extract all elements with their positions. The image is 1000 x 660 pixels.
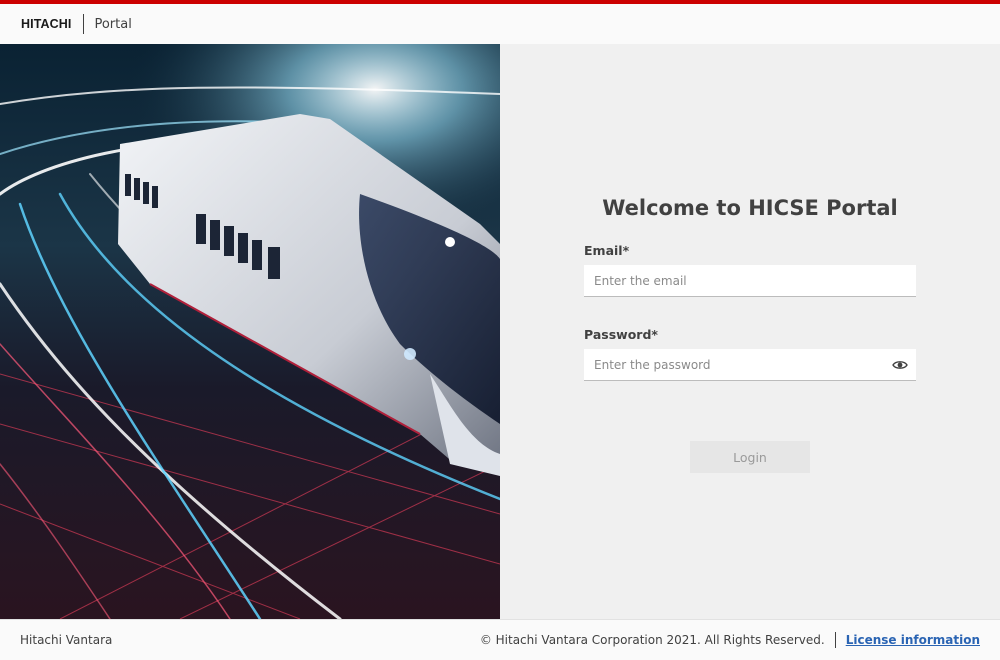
login-button[interactable]: Login xyxy=(690,441,810,473)
password-label: Password* xyxy=(584,327,658,342)
email-label: Email* xyxy=(584,243,630,258)
password-field-container xyxy=(584,349,916,381)
email-field[interactable] xyxy=(584,265,916,296)
app-name: Portal xyxy=(94,16,132,32)
footer-company: Hitachi Vantara xyxy=(20,633,113,647)
hero-image xyxy=(0,44,500,619)
footer: Hitachi Vantara © Hitachi Vantara Corpor… xyxy=(0,619,1000,660)
train-illustration xyxy=(0,44,500,619)
hitachi-logo[interactable]: HITACHI xyxy=(21,17,71,31)
footer-divider xyxy=(834,632,836,648)
login-panel: Welcome to HICSE Portal Email* Password*… xyxy=(500,44,1000,619)
top-bar: HITACHI Portal xyxy=(0,0,1000,44)
password-field[interactable] xyxy=(584,349,916,380)
brand-divider xyxy=(83,14,85,34)
email-field-container xyxy=(584,265,916,297)
license-information-link[interactable]: License information xyxy=(846,633,980,647)
footer-copyright: © Hitachi Vantara Corporation 2021. All … xyxy=(479,633,825,647)
eye-icon[interactable] xyxy=(892,357,908,373)
welcome-title: Welcome to HICSE Portal xyxy=(602,196,898,220)
